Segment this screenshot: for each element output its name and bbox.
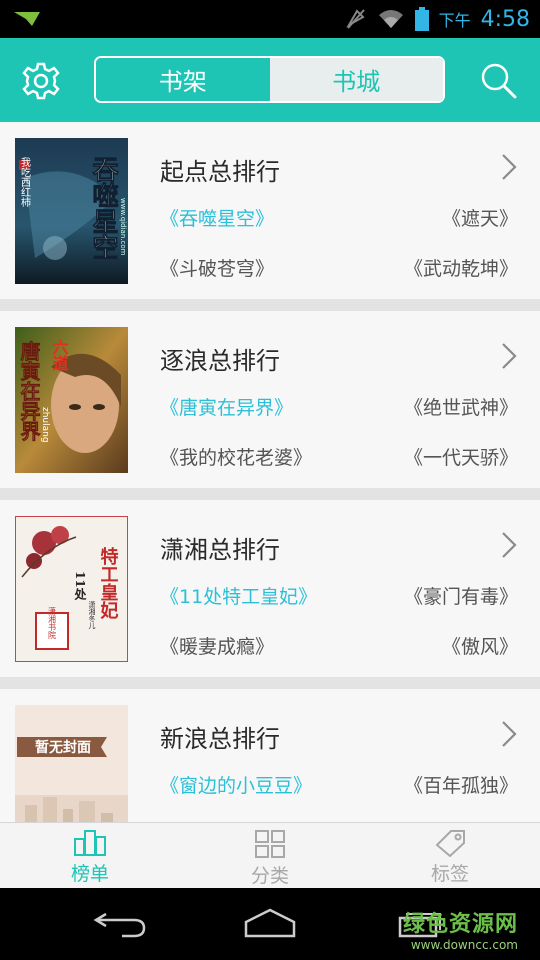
cover-author: 潇湘冬儿 <box>88 600 96 630</box>
chevron-right-icon <box>502 532 517 558</box>
cover-author: 我吃西红柿 <box>19 157 31 208</box>
book-cover: 唐寅在异界 六道 zhulang <box>15 327 128 473</box>
book-link[interactable]: 《绝世武神》 <box>404 393 518 420</box>
ranking-card-sina[interactable]: 暂无封面 新浪总排行 《窗边的小豆豆》 《百年孤独》 <box>0 689 540 822</box>
book-cover: 暂无封面 <box>15 705 128 822</box>
book-cover: 我吃西红柿 吞噬星空 www.qidian.com <box>15 138 128 284</box>
mute-icon <box>345 9 365 29</box>
book-link[interactable]: 《斗破苍穹》 <box>160 254 274 281</box>
watermark: 绿色资源网 www.downcc.com <box>403 906 518 952</box>
book-link[interactable]: 《百年孤独》 <box>404 771 518 798</box>
tab-rankings[interactable]: 榜单 <box>0 823 180 888</box>
cover-url: zhulang <box>40 407 50 443</box>
wifi-icon <box>378 10 403 28</box>
book-link[interactable]: 《我的校花老婆》 <box>160 443 312 470</box>
watermark-text: 绿色资源网 <box>402 912 518 937</box>
ranking-title: 逐浪总排行 <box>160 347 280 375</box>
book-link[interactable]: 《傲风》 <box>442 632 518 659</box>
cover-badge: 潇湘书院 <box>48 606 57 640</box>
settings-gear-icon[interactable] <box>20 60 62 102</box>
book-link[interactable]: 《遮天》 <box>442 204 518 231</box>
chevron-right-icon <box>502 721 517 747</box>
book-link[interactable]: 《唐寅在异界》 <box>160 393 293 420</box>
ranking-card-zhulang[interactable]: 唐寅在异界 六道 zhulang 逐浪总排行 《唐寅在异界》 《绝世武神》 《我… <box>0 311 540 488</box>
ranking-list[interactable]: 我吃西红柿 吞噬星空 www.qidian.com 起点总排行 《吞噬星空》 《… <box>0 122 540 822</box>
tab-categories[interactable]: 分类 <box>180 823 360 888</box>
tab-label: 榜单 <box>70 863 109 885</box>
back-icon[interactable] <box>92 906 148 940</box>
watermark-url: www.downcc.com <box>410 938 518 952</box>
status-time: 4:58 <box>480 6 530 32</box>
status-ampm: 下午 <box>438 11 471 30</box>
bottom-tab-bar: 榜单 分类 标签 <box>0 822 540 888</box>
building-icon <box>74 830 106 856</box>
book-cover: 特工皇妃 11处 潇湘书院 潇湘冬儿 <box>15 516 128 662</box>
tag-icon <box>435 830 465 857</box>
status-bar: 下午 4:58 <box>0 0 540 38</box>
app-screen: 下午 4:58 书架 书城 我吃西红柿 吞噬星空 www.qidian.com … <box>0 0 540 960</box>
cover-placeholder-text: 暂无封面 <box>35 739 91 756</box>
shelf-store-switch: 书架 书城 <box>94 56 445 103</box>
cover-title: 唐寅在异界 <box>17 340 41 442</box>
cover-url: www.qidian.com <box>119 198 127 256</box>
book-link[interactable]: 《一代天骄》 <box>404 443 518 470</box>
app-bar: 书架 书城 <box>0 38 540 122</box>
ranking-card-xiaoxiang[interactable]: 特工皇妃 11处 潇湘书院 潇湘冬儿 潇湘总排行 《11处特工皇妃》 《豪门有毒… <box>0 500 540 677</box>
cover-title: 吞噬星空 <box>88 156 118 260</box>
cover-title: 特工皇妃 <box>98 546 119 620</box>
chevron-right-icon <box>502 154 517 180</box>
tab-bookstore[interactable]: 书城 <box>269 58 443 101</box>
tab-label: 分类 <box>250 865 289 887</box>
system-nav-bar: 绿色资源网 www.downcc.com <box>0 888 540 960</box>
tab-bookshelf[interactable]: 书架 <box>96 58 270 101</box>
book-link[interactable]: 《武动乾坤》 <box>404 254 518 281</box>
book-link[interactable]: 《吞噬星空》 <box>160 204 274 231</box>
tab-tags[interactable]: 标签 <box>360 823 540 888</box>
ranking-title: 新浪总排行 <box>160 725 280 753</box>
search-icon[interactable] <box>478 60 518 100</box>
book-link[interactable]: 《暖妻成瘾》 <box>160 632 274 659</box>
ranking-title: 起点总排行 <box>160 158 280 186</box>
home-icon[interactable] <box>242 906 298 940</box>
book-link[interactable]: 《11处特工皇妃》 <box>160 582 317 609</box>
book-link[interactable]: 《窗边的小豆豆》 <box>160 771 312 798</box>
book-link[interactable]: 《豪门有毒》 <box>404 582 518 609</box>
cover-subtitle: 11处 <box>73 571 87 600</box>
notification-plane-icon <box>14 12 40 26</box>
cover-author: 六道 <box>50 338 69 371</box>
ranking-title: 潇湘总排行 <box>160 536 280 564</box>
ranking-card-qidian[interactable]: 我吃西红柿 吞噬星空 www.qidian.com 起点总排行 《吞噬星空》 《… <box>0 122 540 299</box>
grid-icon <box>255 830 285 858</box>
chevron-right-icon <box>502 343 517 369</box>
tab-label: 标签 <box>430 863 469 885</box>
battery-icon <box>414 7 429 31</box>
